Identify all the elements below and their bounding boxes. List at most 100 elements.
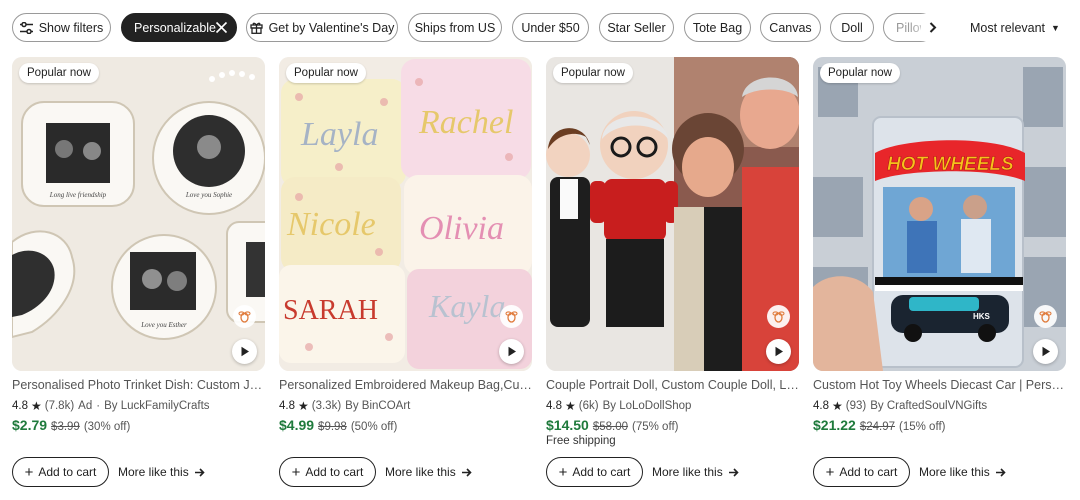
product-title[interactable]: Personalized Embroidered Makeup Bag,Cust… (279, 378, 532, 394)
filter-chip-ships-from-us-label: Ships from US (414, 20, 496, 35)
dish-inscription: Love you Sophie (185, 191, 232, 199)
filter-chip-ships-from-us[interactable]: Ships from US (408, 13, 502, 42)
product-image[interactable]: Long live friendship Love you Sophie Love … (12, 57, 265, 371)
product-title[interactable]: Couple Portrait Doll, Custom Couple Doll… (546, 378, 799, 394)
product-card[interactable]: Long live friendship Love you Sophie Love … (12, 57, 265, 497)
product-card[interactable]: Layla Rachel Nicole Olivia SARAH Kayla P… (279, 57, 532, 497)
play-icon (508, 346, 516, 357)
bee-icon[interactable] (1034, 305, 1057, 328)
rating-value: 4.8 (813, 399, 829, 412)
product-card[interactable]: Popular now Couple Portrait Doll, Custom… (546, 57, 799, 497)
play-button[interactable] (766, 339, 791, 364)
show-filters-button[interactable]: Show filters (12, 13, 111, 42)
filter-chip-star-seller[interactable]: Star Seller (599, 13, 674, 42)
discount-label: (50% off) (350, 421, 398, 433)
product-title[interactable]: Custom Hot Toy Wheels Diecast Car | Pers… (813, 378, 1066, 394)
shop-name[interactable]: By CraftedSoulVNGifts (870, 400, 987, 412)
star-icon: ★ (565, 398, 576, 413)
sort-label: Most relevant (970, 20, 1046, 35)
more-like-this-label: More like this (385, 465, 456, 479)
filter-chip-valentines-label: Get by Valentine's Day (268, 20, 395, 35)
review-count: (3.3k) (311, 399, 342, 412)
show-filters-label: Show filters (38, 20, 104, 35)
filter-chip-star-seller-label: Star Seller (607, 20, 666, 35)
plus-icon: + (558, 463, 568, 481)
dish-inscription: Long live friendship (49, 191, 107, 199)
product-image[interactable]: Popular now (546, 57, 799, 371)
plus-icon: + (291, 463, 301, 481)
trinket-dish-photo: Long live friendship Love you Sophie Love … (12, 57, 265, 371)
bag-name-nicole: Nicole (286, 206, 376, 243)
free-shipping-label: Free shipping (546, 435, 616, 447)
popular-badge: Popular now (19, 63, 99, 83)
add-to-cart-label: Add to cart (305, 465, 364, 479)
gift-icon (249, 22, 263, 34)
filter-chip-canvas-label: Canvas (769, 20, 812, 35)
arrow-right-icon (194, 467, 205, 477)
add-to-cart-button[interactable]: + Add to cart (546, 457, 643, 487)
more-like-this-link[interactable]: More like this (385, 464, 472, 480)
shop-name[interactable]: By LoLoDollShop (603, 400, 692, 412)
discount-label: (75% off) (632, 421, 679, 433)
sale-price: $21.22 (813, 417, 856, 433)
dish-inscription: Love you Esther (140, 321, 187, 329)
play-button[interactable] (1033, 339, 1058, 364)
close-icon[interactable] (215, 21, 228, 34)
car-decal-text: HKS (973, 312, 991, 321)
price-row: $21.22 $24.97 (15% off) (813, 417, 945, 435)
bee-icon[interactable] (767, 305, 790, 328)
more-like-this-link[interactable]: More like this (118, 464, 205, 480)
product-rating: 4.8 ★ (3.3k) By BinCOArt (279, 398, 532, 413)
add-to-cart-button[interactable]: + Add to cart (279, 457, 376, 487)
bag-name-sarah: SARAH (283, 295, 378, 326)
play-button[interactable] (232, 339, 257, 364)
plus-icon: + (24, 463, 34, 481)
more-like-this-link[interactable]: More like this (652, 464, 739, 480)
play-icon (241, 346, 249, 357)
more-like-this-link[interactable]: More like this (919, 464, 1006, 480)
arrow-right-icon (728, 467, 739, 477)
shop-name[interactable]: By LuckFamilyCrafts (104, 400, 209, 412)
star-icon: ★ (31, 398, 42, 413)
filter-chip-personalizable-label: Personalizable (134, 20, 216, 35)
original-price: $9.98 (318, 421, 347, 433)
filter-chip-personalizable[interactable]: Personalizable (121, 13, 237, 42)
rating-value: 4.8 (546, 399, 562, 412)
price-row: $4.99 $9.98 (50% off) (279, 417, 397, 435)
filter-chip-tote-bag[interactable]: Tote Bag (684, 13, 751, 42)
product-title[interactable]: Personalised Photo Trinket Dish: Custom … (12, 378, 265, 394)
caret-down-icon: ▼ (1051, 22, 1060, 33)
review-count: (6k) (578, 399, 599, 412)
product-card[interactable]: HOT WHEELS HKS Popular now Custom Hot To… (813, 57, 1066, 497)
shop-name[interactable]: By BinCOArt (345, 400, 410, 412)
sort-dropdown[interactable]: Most relevant ▼ (970, 14, 1070, 41)
rating-value: 4.8 (279, 399, 295, 412)
price-row: $14.50 $58.00 (75% off) (546, 417, 678, 435)
arrow-right-icon (461, 467, 472, 477)
discount-label: (30% off) (83, 421, 131, 433)
scroll-right-button[interactable] (921, 14, 945, 41)
sliders-icon (19, 21, 33, 34)
product-image[interactable]: HOT WHEELS HKS Popular now (813, 57, 1066, 371)
bag-name-layla: Layla (300, 116, 378, 153)
rating-value: 4.8 (12, 399, 28, 412)
product-rating: 4.8 ★ (93) By CraftedSoulVNGifts (813, 398, 1066, 413)
filter-chip-under-50-label: Under $50 (521, 20, 580, 35)
bag-name-olivia: Olivia (419, 210, 504, 247)
filter-chip-canvas[interactable]: Canvas (760, 13, 821, 42)
bag-name-kayla: Kayla (428, 288, 505, 324)
play-button[interactable] (499, 339, 524, 364)
filter-chip-valentines[interactable]: Get by Valentine's Day (246, 13, 398, 42)
original-price: $3.99 (51, 421, 80, 433)
add-to-cart-button[interactable]: + Add to cart (813, 457, 910, 487)
star-icon: ★ (832, 398, 843, 413)
bee-icon[interactable] (233, 305, 256, 328)
filter-chip-doll[interactable]: Doll (830, 13, 874, 42)
original-price: $58.00 (592, 421, 629, 433)
bee-icon[interactable] (500, 305, 523, 328)
filter-chip-under-50[interactable]: Under $50 (512, 13, 589, 42)
add-to-cart-label: Add to cart (839, 465, 898, 479)
hot-wheels-logo-text: HOT WHEELS (887, 154, 1014, 175)
product-image[interactable]: Layla Rachel Nicole Olivia SARAH Kayla P… (279, 57, 532, 371)
add-to-cart-button[interactable]: + Add to cart (12, 457, 109, 487)
